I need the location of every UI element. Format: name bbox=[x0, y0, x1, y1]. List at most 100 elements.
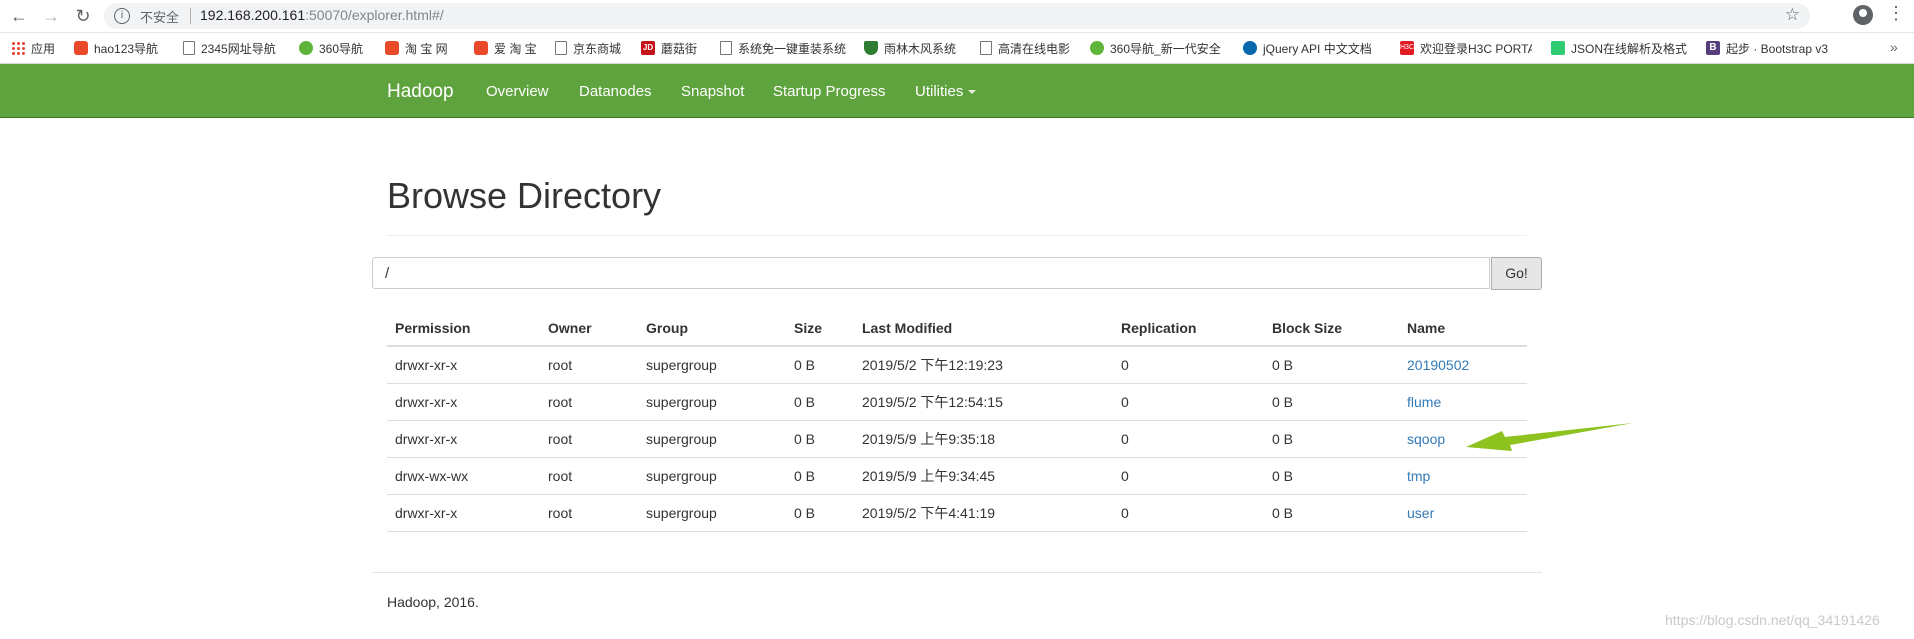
bookmark-label: 360导航_新一代安全 bbox=[1110, 41, 1221, 56]
directory-link[interactable]: sqoop bbox=[1407, 431, 1445, 447]
title-divider bbox=[387, 235, 1527, 236]
bookmark-label: 360导航 bbox=[319, 41, 364, 56]
aitaobao-icon bbox=[474, 41, 488, 55]
jquery-icon bbox=[1243, 41, 1257, 55]
bookmark-360-safe[interactable]: 360导航_新一代安全 bbox=[1090, 39, 1221, 57]
bookmarks-bar: 应用 hao123导航 2345网址导航 360导航 淘 宝 网 爱 淘 宝 京… bbox=[0, 33, 1914, 64]
column-header-size[interactable]: Size bbox=[786, 311, 854, 347]
cell-size: 0 B bbox=[786, 457, 854, 495]
bookmark-taobao[interactable]: 淘 宝 网 bbox=[385, 39, 448, 57]
cell-permission: drwxr-xr-x bbox=[387, 383, 540, 421]
cell-replication: 0 bbox=[1113, 383, 1264, 421]
bookmark-jquery[interactable]: jQuery API 中文文档 bbox=[1243, 39, 1379, 57]
column-header-last-modified[interactable]: Last Modified bbox=[854, 311, 1113, 347]
bookmark-system-reinstall[interactable]: 系统免一键重装系统 bbox=[720, 39, 846, 57]
directory-link[interactable]: 20190502 bbox=[1407, 357, 1469, 373]
back-arrow-icon[interactable]: ← bbox=[6, 3, 32, 29]
taobao-icon bbox=[385, 41, 399, 55]
cell-name: tmp bbox=[1399, 457, 1527, 495]
page-icon bbox=[720, 41, 732, 55]
browser-menu-icon[interactable]: ⋮ bbox=[1887, 3, 1905, 24]
cell-group: supergroup bbox=[638, 494, 786, 532]
url-host: 192.168.200.161 bbox=[200, 7, 306, 23]
bookmark-label: hao123导航 bbox=[94, 41, 159, 56]
cell-name: sqoop bbox=[1399, 420, 1527, 458]
bookmark-h3c[interactable]: H3C 欢迎登录H3C PORTAL bbox=[1400, 39, 1532, 57]
security-label[interactable]: 不安全 bbox=[140, 7, 179, 26]
cell-group: supergroup bbox=[638, 346, 786, 384]
bookmark-360[interactable]: 360导航 bbox=[299, 39, 363, 57]
bookmark-bootstrap[interactable]: B 起步 · Bootstrap v3 bbox=[1706, 39, 1842, 57]
table-row: drwxr-xr-x root supergroup 0 B 2019/5/2 … bbox=[387, 346, 1527, 384]
column-header-block-size[interactable]: Block Size bbox=[1264, 311, 1399, 347]
nav-utilities-label: Utilities bbox=[915, 83, 964, 100]
column-header-name[interactable]: Name bbox=[1399, 311, 1527, 347]
cell-size: 0 B bbox=[786, 420, 854, 458]
forward-arrow-icon[interactable]: → bbox=[38, 3, 64, 29]
cell-replication: 0 bbox=[1113, 346, 1264, 384]
directory-link[interactable]: user bbox=[1407, 505, 1434, 521]
reload-icon[interactable]: ↻ bbox=[70, 3, 96, 29]
nav-overview[interactable]: Overview bbox=[486, 83, 549, 100]
url-path: :50070/explorer.html#/ bbox=[305, 7, 444, 23]
nav-startup-progress[interactable]: Startup Progress bbox=[773, 83, 886, 100]
bookmark-2345[interactable]: 2345网址导航 bbox=[183, 39, 276, 57]
bookmark-json[interactable]: JSON在线解析及格式 bbox=[1551, 39, 1691, 57]
directory-path-input[interactable] bbox=[372, 257, 1490, 289]
apps-icon bbox=[11, 41, 25, 55]
navbar-brand[interactable]: Hadoop bbox=[387, 81, 454, 103]
column-header-group[interactable]: Group bbox=[638, 311, 786, 347]
watermark-text: https://blog.csdn.net/qq_34191426 bbox=[1665, 612, 1880, 628]
cell-block-size: 0 B bbox=[1264, 420, 1399, 458]
cell-last-modified: 2019/5/2 下午12:54:15 bbox=[854, 383, 1113, 421]
cell-name: user bbox=[1399, 494, 1527, 532]
directory-link[interactable]: flume bbox=[1407, 394, 1441, 410]
bootstrap-icon: B bbox=[1706, 41, 1720, 55]
bookmark-label: 2345网址导航 bbox=[201, 41, 276, 56]
cell-replication: 0 bbox=[1113, 494, 1264, 532]
bookmark-label: jQuery API 中文文档 bbox=[1263, 41, 1372, 56]
bookmark-apps[interactable]: 应用 bbox=[11, 39, 55, 57]
cell-block-size: 0 B bbox=[1264, 346, 1399, 384]
bookmark-jd[interactable]: 京东商城 bbox=[555, 39, 621, 57]
page-icon bbox=[555, 41, 567, 55]
cell-permission: drwx-wx-wx bbox=[387, 457, 540, 495]
column-header-owner[interactable]: Owner bbox=[540, 311, 638, 347]
cell-size: 0 B bbox=[786, 346, 854, 384]
more-bookmarks-icon[interactable]: » bbox=[1890, 39, 1898, 55]
nav-snapshot[interactable]: Snapshot bbox=[681, 83, 744, 100]
bookmark-aitaobao[interactable]: 爱 淘 宝 bbox=[474, 39, 537, 57]
cell-group: supergroup bbox=[638, 383, 786, 421]
column-header-replication[interactable]: Replication bbox=[1113, 311, 1264, 347]
dropdown-caret-icon bbox=[968, 90, 977, 95]
url-text[interactable]: 192.168.200.161:50070/explorer.html#/ bbox=[200, 7, 444, 23]
bookmark-mogujie[interactable]: JD 蘑菇街 bbox=[641, 39, 697, 57]
go-button[interactable]: Go! bbox=[1491, 257, 1542, 290]
address-bar[interactable]: i 不安全 192.168.200.161:50070/explorer.htm… bbox=[104, 3, 1810, 29]
bookmark-label: 欢迎登录H3C PORTAL bbox=[1420, 41, 1532, 56]
info-icon[interactable]: i bbox=[114, 8, 130, 24]
column-header-permission[interactable]: Permission bbox=[387, 311, 540, 347]
nav-datanodes[interactable]: Datanodes bbox=[579, 83, 652, 100]
bookmark-movies[interactable]: 高清在线电影 bbox=[980, 39, 1070, 57]
account-avatar-icon[interactable] bbox=[1853, 5, 1873, 25]
bookmark-yulinmufeng[interactable]: 雨林木风系统 bbox=[864, 39, 956, 57]
cell-last-modified: 2019/5/2 下午12:19:23 bbox=[854, 346, 1113, 384]
nav-utilities[interactable]: Utilities bbox=[915, 83, 977, 100]
page-title: Browse Directory bbox=[387, 175, 662, 216]
footer-text: Hadoop, 2016. bbox=[387, 594, 479, 610]
cell-permission: drwxr-xr-x bbox=[387, 346, 540, 384]
directory-link[interactable]: tmp bbox=[1407, 468, 1430, 484]
cell-last-modified: 2019/5/2 下午4:41:19 bbox=[854, 494, 1113, 532]
bookmark-star-icon[interactable]: ☆ bbox=[1785, 5, 1800, 25]
cell-owner: root bbox=[540, 346, 638, 384]
cell-owner: root bbox=[540, 494, 638, 532]
jd-icon: JD bbox=[641, 41, 655, 55]
bookmark-hao123[interactable]: hao123导航 bbox=[74, 39, 158, 57]
cell-replication: 0 bbox=[1113, 420, 1264, 458]
cell-block-size: 0 B bbox=[1264, 383, 1399, 421]
hadoop-navbar: Hadoop Overview Datanodes Snapshot Start… bbox=[0, 64, 1914, 118]
bookmark-label: 雨林木风系统 bbox=[884, 41, 957, 56]
bookmark-label: 应用 bbox=[31, 41, 56, 56]
cell-last-modified: 2019/5/9 上午9:35:18 bbox=[854, 420, 1113, 458]
